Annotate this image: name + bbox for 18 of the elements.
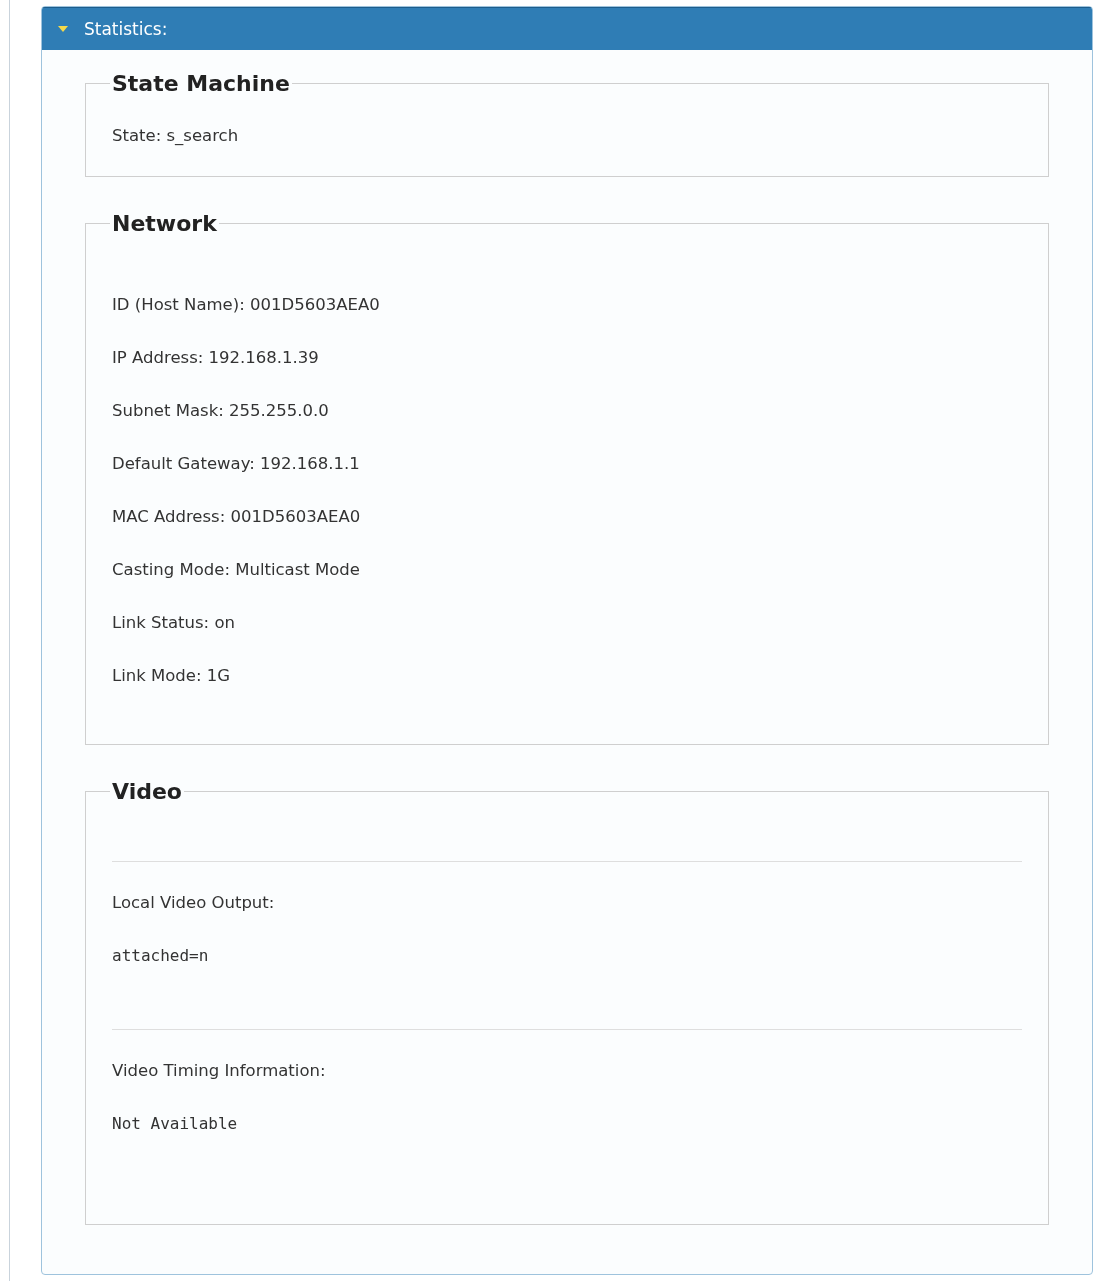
caret-icon xyxy=(58,25,68,33)
info-text: Default Gateway: 192.168.1.1 xyxy=(112,453,361,475)
info-text: Link Mode: 1G xyxy=(112,665,232,687)
info-text: ID (Host Name): 001D5603AEA0 xyxy=(112,294,381,316)
section-title: Network xyxy=(111,211,218,236)
info-label: Video Timing Information: xyxy=(112,1060,327,1082)
info-text: Link Status: on xyxy=(112,612,236,634)
info-label: Local Video Output: xyxy=(112,892,276,914)
info-value: attached=n xyxy=(112,945,210,967)
section-title: Video xyxy=(111,779,183,804)
info-value: Not Available xyxy=(112,1113,239,1135)
info-text: Casting Mode: Multicast Mode xyxy=(112,559,361,581)
info-text: State: s_search xyxy=(112,125,240,147)
panel-header[interactable]: Statistics: xyxy=(42,7,1092,50)
section-title: State Machine xyxy=(111,71,291,96)
info-text: Subnet Mask: 255.255.0.0 xyxy=(112,400,330,422)
info-text: MAC Address: 001D5603AEA0 xyxy=(112,506,362,528)
info-text: IP Address: 192.168.1.39 xyxy=(112,347,320,369)
